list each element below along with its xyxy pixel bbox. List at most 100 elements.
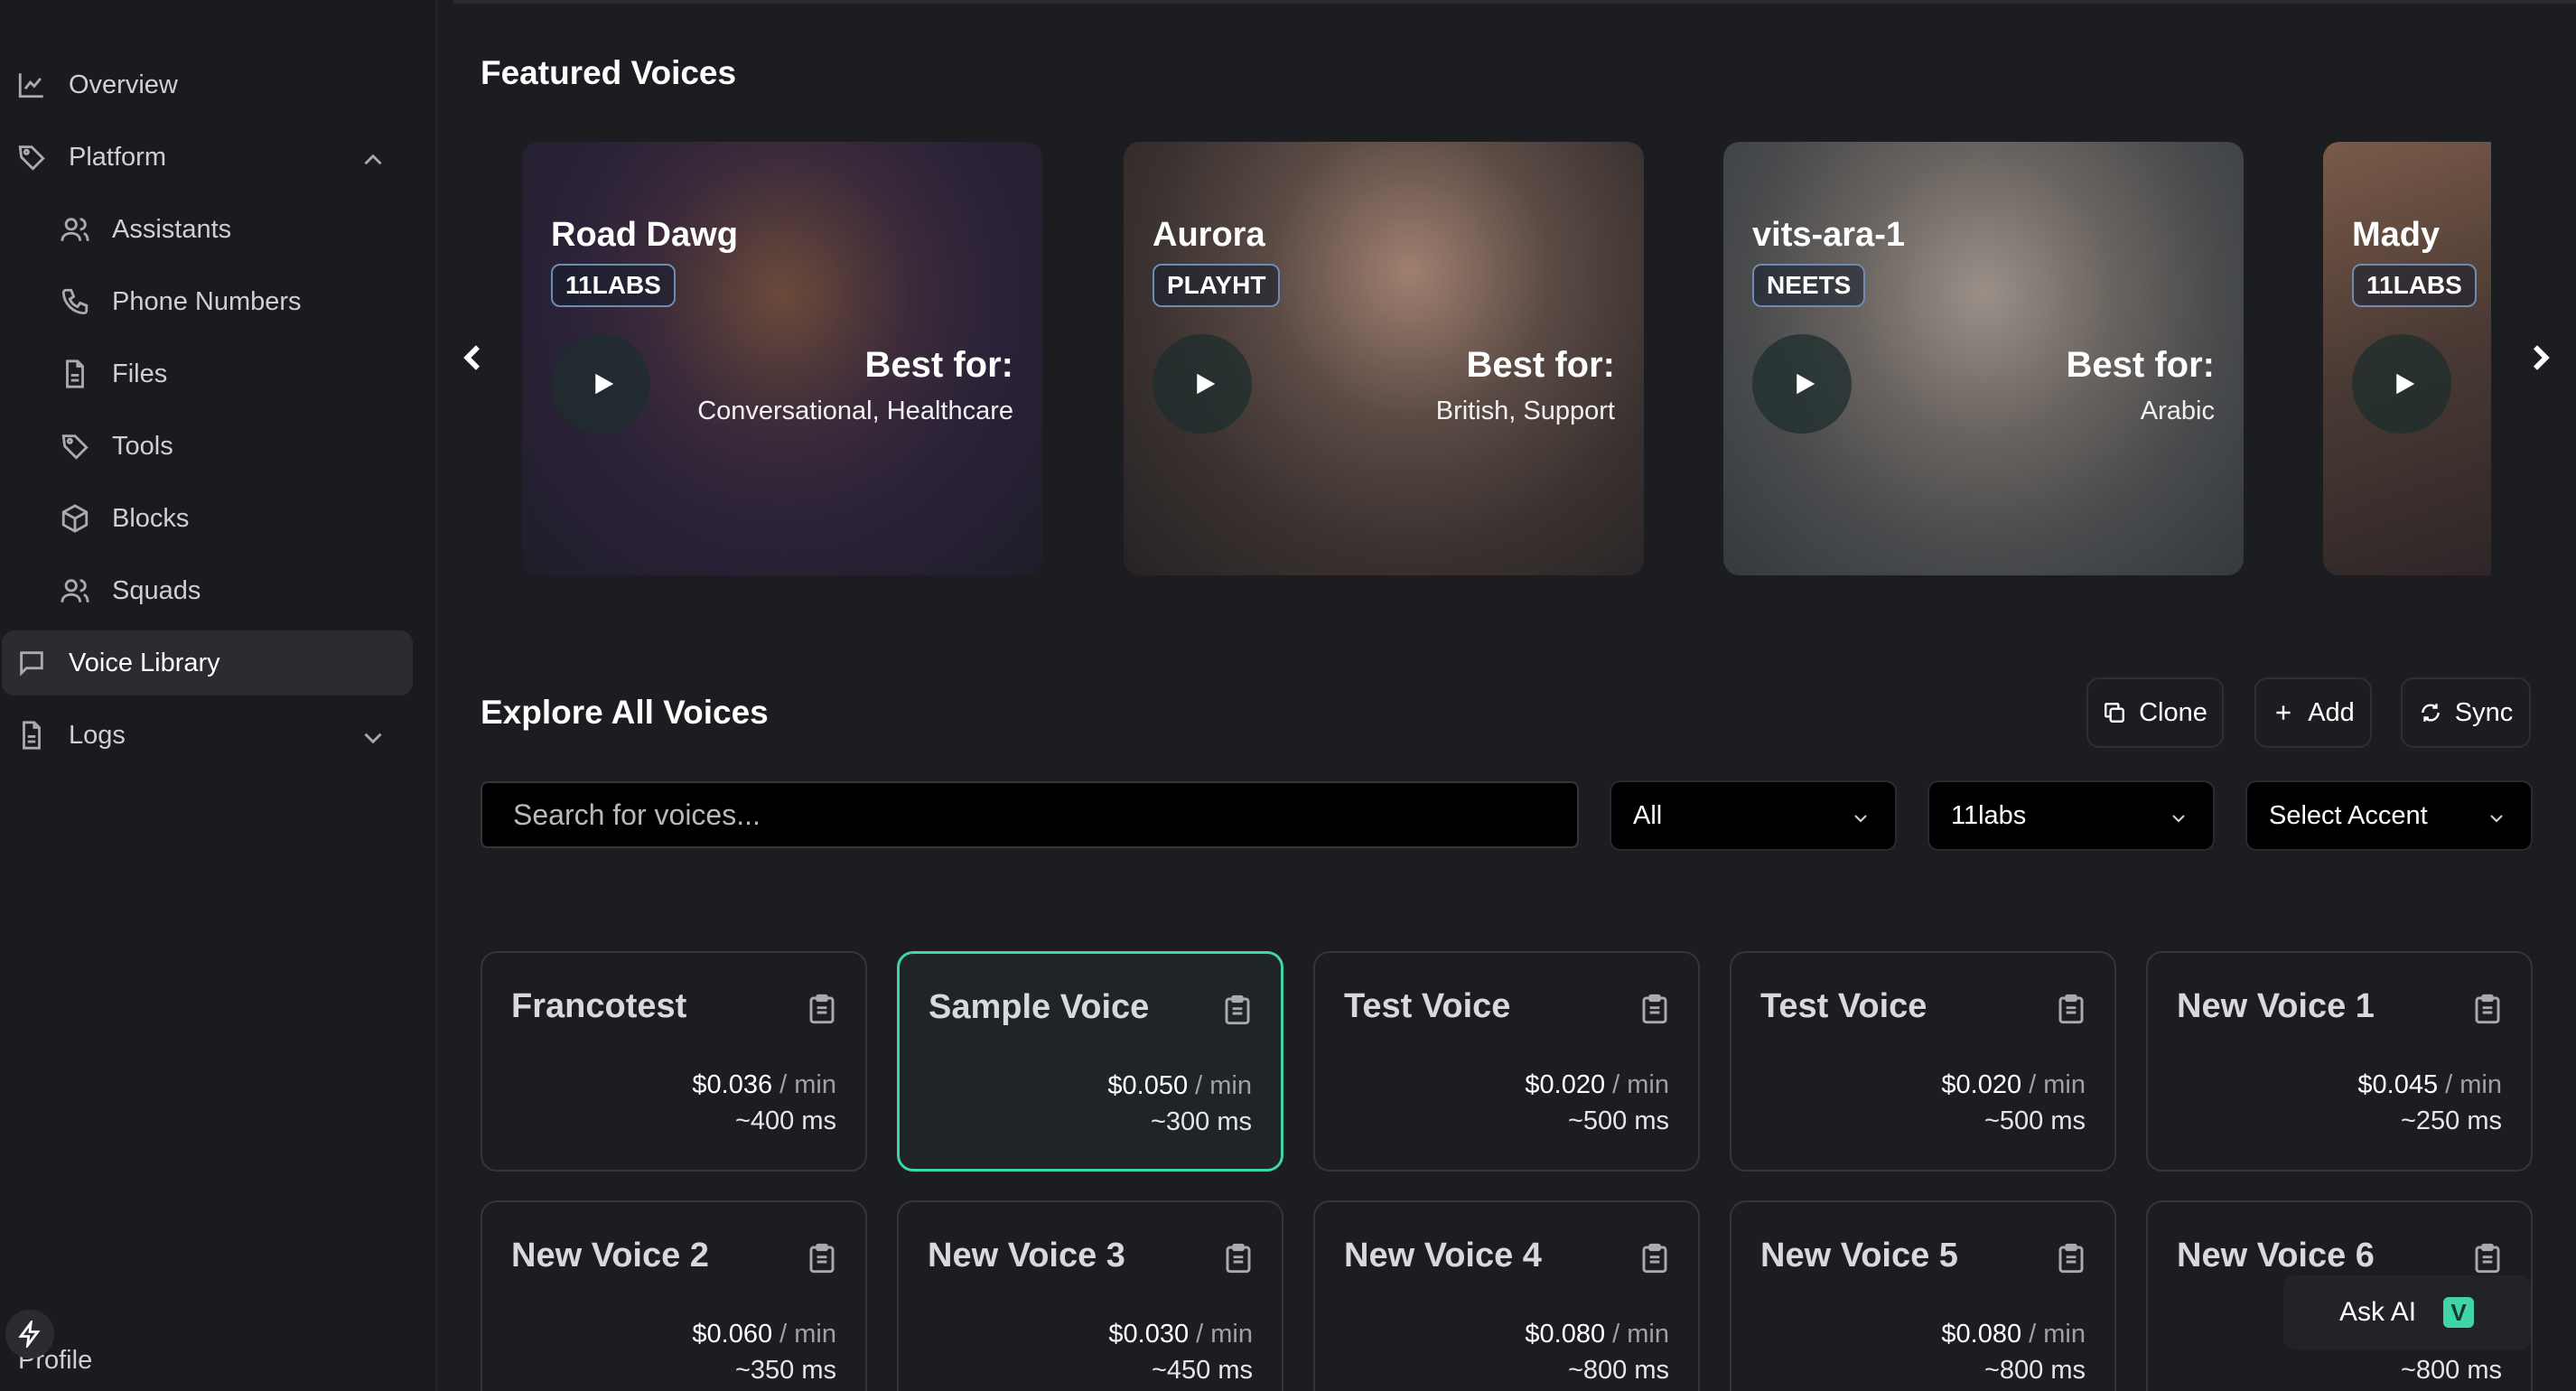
users-icon: [61, 579, 89, 602]
sidebar-item-squads[interactable]: Squads: [60, 558, 412, 623]
provider-badge: 11LABS: [2352, 264, 2477, 307]
voice-card[interactable]: New Voice 1 $0.045 / min ~250 ms: [2146, 951, 2533, 1172]
voice-card[interactable]: New Voice 3 $0.030 / min ~450 ms: [897, 1200, 1283, 1391]
clipboard-icon[interactable]: [2473, 993, 2502, 1025]
featured-voice-card[interactable]: Mady 11LABS: [2323, 142, 2491, 575]
sidebar-item-voice-library[interactable]: Voice Library: [2, 630, 413, 696]
sidebar-item-assistants[interactable]: Assistants: [60, 197, 412, 262]
price-unit: / min: [779, 1070, 836, 1099]
carousel-next-button[interactable]: [2522, 340, 2558, 376]
price-unit: / min: [1195, 1071, 1252, 1100]
clipboard-icon[interactable]: [2473, 1242, 2502, 1274]
price-unit: / min: [2029, 1070, 2086, 1099]
refresh-icon: [2421, 704, 2440, 722]
voice-card[interactable]: Test Voice $0.020 / min ~500 ms: [1730, 951, 2116, 1172]
voice-latency: ~500 ms: [1567, 1106, 1669, 1135]
sidebar-item-blocks[interactable]: Blocks: [60, 486, 412, 551]
tag-icon: [61, 434, 89, 460]
price-unit: / min: [2029, 1320, 2086, 1349]
clipboard-icon[interactable]: [1223, 994, 1252, 1026]
voice-price: $0.030 / min: [1108, 1320, 1253, 1349]
price-unit: / min: [1612, 1070, 1669, 1099]
chevron-down-icon: [1854, 815, 1867, 823]
voice-latency: ~300 ms: [1150, 1107, 1252, 1136]
voice-name: vits-ara-1: [1752, 216, 1905, 254]
clipboard-icon[interactable]: [2057, 1242, 2086, 1274]
voice-name: New Voice 6: [2177, 1237, 2375, 1274]
sidebar: Overview Platform Assistants Phone Numbe…: [0, 0, 437, 1391]
play-button[interactable]: [551, 334, 650, 434]
clipboard-icon[interactable]: [807, 1242, 836, 1274]
voice-card-selected[interactable]: Sample Voice $0.050 / min ~300 ms: [897, 951, 1283, 1172]
voice-price: $0.080 / min: [1941, 1320, 2086, 1349]
sync-button[interactable]: Sync: [2401, 677, 2531, 748]
voice-latency: ~400 ms: [734, 1106, 836, 1135]
provider-filter-value: 11labs: [1951, 800, 2027, 830]
clipboard-icon[interactable]: [1640, 993, 1669, 1025]
gender-filter-select[interactable]: All: [1610, 780, 1897, 851]
voice-name: Aurora: [1153, 216, 1265, 254]
play-button[interactable]: [1153, 334, 1252, 434]
sidebar-item-label: Phone Numbers: [112, 286, 302, 316]
play-button[interactable]: [1752, 334, 1852, 434]
chat-icon: [20, 651, 43, 677]
ask-ai-button[interactable]: Ask AI V: [2283, 1275, 2531, 1349]
price-value: $0.060: [692, 1320, 773, 1349]
best-for-label: Best for:: [1466, 345, 1615, 385]
voice-card[interactable]: New Voice 4 $0.080 / min ~800 ms: [1313, 1200, 1700, 1391]
clone-button[interactable]: Clone: [2086, 677, 2224, 748]
carousel-prev-button[interactable]: [455, 340, 491, 376]
clipboard-icon[interactable]: [2057, 993, 2086, 1025]
voice-price: $0.036 / min: [692, 1070, 836, 1100]
sync-label: Sync: [2454, 697, 2514, 727]
sidebar-item-label: Blocks: [112, 503, 190, 533]
voice-latency: ~500 ms: [1983, 1106, 2086, 1135]
best-for-label: Best for:: [2066, 345, 2215, 385]
featured-voice-card[interactable]: Road Dawg 11LABS Best for: Conversationa…: [522, 142, 1042, 575]
voice-card[interactable]: New Voice 5 $0.080 / min ~800 ms: [1730, 1200, 2116, 1391]
sidebar-item-overview[interactable]: Overview: [16, 52, 414, 117]
accent-filter-select[interactable]: Select Accent: [2245, 780, 2533, 851]
bolt-button[interactable]: [5, 1310, 54, 1358]
add-label: Add: [2308, 697, 2355, 727]
best-for-tags: Arabic: [2140, 397, 2215, 425]
provider-filter-select[interactable]: 11labs: [1927, 780, 2215, 851]
accent-filter-value: Select Accent: [2269, 800, 2428, 830]
featured-voice-card[interactable]: Aurora PLAYHT Best for: British, Support: [1124, 142, 1644, 575]
clipboard-icon[interactable]: [807, 993, 836, 1025]
clipboard-icon[interactable]: [1640, 1242, 1669, 1274]
add-button[interactable]: Add: [2254, 677, 2372, 748]
tag-icon: [18, 145, 45, 171]
file-icon: [66, 359, 84, 388]
sidebar-item-files[interactable]: Files: [60, 341, 412, 406]
voice-latency: ~800 ms: [1567, 1356, 1669, 1385]
clipboard-icon[interactable]: [1224, 1242, 1253, 1274]
sidebar-item-platform[interactable]: Platform: [16, 125, 414, 190]
voice-name: Mady: [2352, 216, 2441, 254]
sidebar-item-tools[interactable]: Tools: [60, 414, 412, 479]
top-divider: [453, 0, 2576, 4]
voice-latency: ~800 ms: [1983, 1356, 2086, 1385]
price-value: $0.050: [1107, 1071, 1189, 1100]
voice-card[interactable]: Francotest $0.036 / min ~400 ms: [481, 951, 867, 1172]
sidebar-item-label: Files: [112, 359, 168, 388]
featured-voice-card[interactable]: vits-ara-1 NEETS Best for: Arabic: [1723, 142, 2244, 575]
sidebar-item-logs[interactable]: Logs: [16, 703, 414, 768]
chart-line-icon: [18, 73, 43, 98]
users-icon: [61, 218, 89, 241]
box-icon: [61, 504, 89, 533]
play-icon: [595, 373, 614, 395]
chevron-down-icon[interactable]: [358, 723, 388, 753]
price-value: $0.080: [1525, 1320, 1606, 1349]
voice-name: New Voice 3: [928, 1237, 1125, 1274]
copy-icon: [2105, 703, 2125, 723]
search-input[interactable]: [481, 781, 1579, 848]
voice-card[interactable]: Test Voice $0.020 / min ~500 ms: [1313, 951, 1700, 1172]
chevron-up-icon[interactable]: [358, 145, 388, 175]
file-icon: [23, 721, 41, 750]
sidebar-item-phone-numbers[interactable]: Phone Numbers: [60, 269, 412, 334]
play-button[interactable]: [2352, 334, 2451, 434]
voice-name: New Voice 2: [511, 1237, 709, 1274]
price-unit: / min: [1196, 1320, 1253, 1349]
voice-card[interactable]: New Voice 2 $0.060 / min ~350 ms: [481, 1200, 867, 1391]
